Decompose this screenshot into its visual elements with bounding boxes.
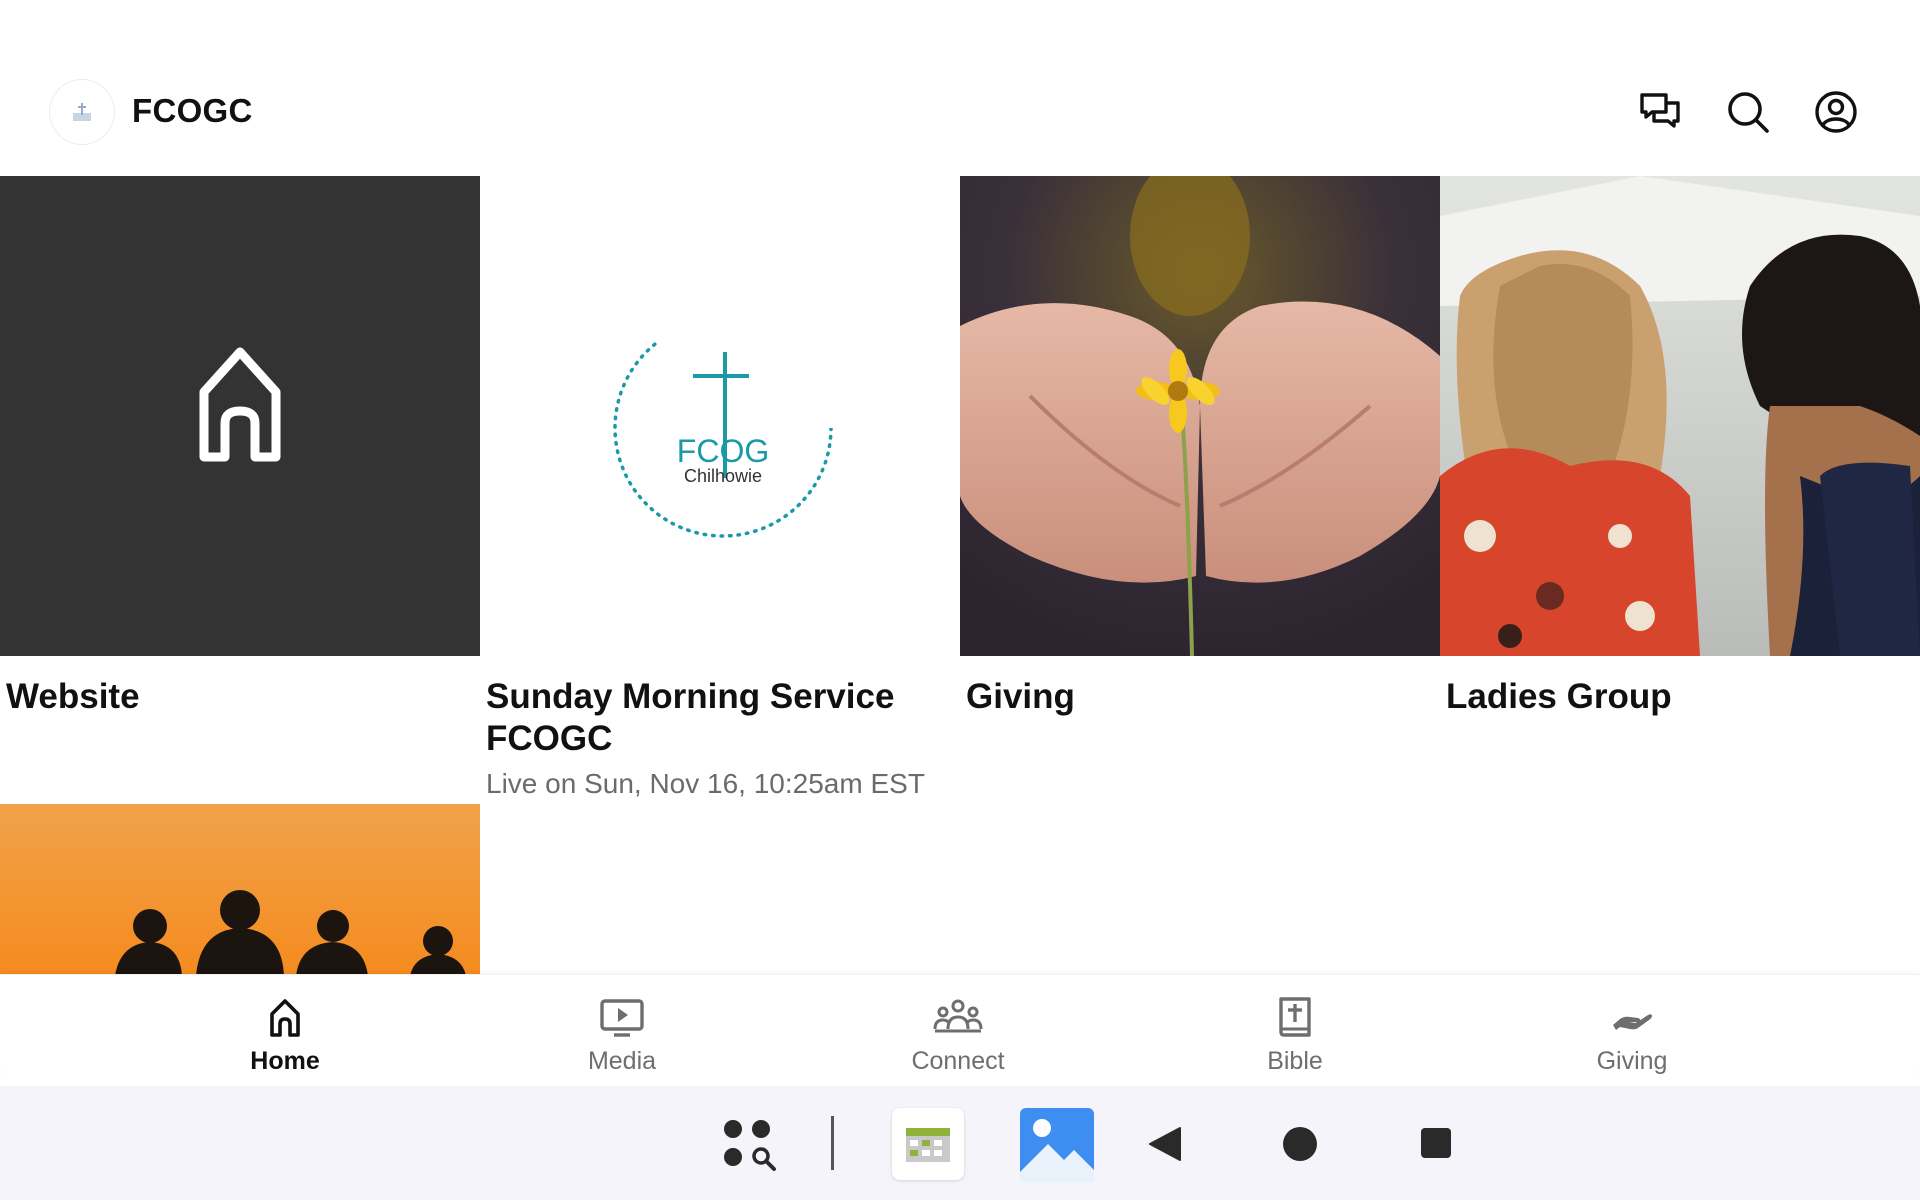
back-icon[interactable] [1148, 1126, 1182, 1162]
nav-label: Bible [1267, 1047, 1323, 1075]
nav-label: Home [250, 1047, 320, 1075]
chat-icon[interactable] [1636, 88, 1684, 136]
tile-title[interactable]: Website [6, 676, 140, 718]
tile-subtitle: Live on Sun, Nov 16, 10:25am EST [486, 768, 925, 799]
people-icon [933, 999, 983, 1033]
sunset-silhouettes-photo [0, 804, 480, 976]
nav-item-connect[interactable]: Connect [790, 975, 1126, 1087]
fcog-chilhowie-logo: FCOG Chilhowie [612, 317, 834, 539]
home-icon [199, 347, 281, 462]
home-icon [270, 999, 300, 1037]
tile-sunday-service[interactable]: FCOG Chilhowie [480, 176, 960, 656]
tile-giving[interactable] [960, 176, 1440, 656]
home-circle-icon[interactable] [1282, 1126, 1318, 1162]
nav-item-media[interactable]: Media [454, 975, 790, 1087]
app-drawer-icon[interactable] [722, 1118, 780, 1172]
nav-label: Connect [911, 1047, 1005, 1075]
account-icon[interactable] [1812, 88, 1860, 136]
tile-website[interactable] [0, 176, 480, 656]
nav-label: Giving [1596, 1047, 1668, 1075]
gallery-app-icon[interactable] [1020, 1108, 1094, 1182]
giving-hand-icon [1613, 1014, 1652, 1030]
nav-label: Media [587, 1047, 657, 1075]
calendar-app-icon[interactable] [892, 1108, 964, 1180]
hands-flower-photo [960, 176, 1440, 656]
recents-icon[interactable] [1420, 1127, 1452, 1159]
two-women-photo [1440, 176, 1920, 656]
app-title: FCOGC [132, 92, 253, 129]
media-icon [600, 999, 644, 1037]
tile-title[interactable]: Ladies Group [1446, 676, 1672, 718]
church-logo-avatar[interactable] [50, 80, 114, 144]
system-navigation-bar [0, 1086, 1920, 1200]
nav-item-bible[interactable]: Bible [1127, 975, 1463, 1087]
tile-title[interactable]: Sunday Morning Service FCOGC [486, 676, 946, 760]
bottom-navigation: Home Media Connect Bible Giving [0, 974, 1920, 1087]
nav-item-home[interactable]: Home [117, 975, 453, 1087]
divider [831, 1116, 834, 1170]
tile-sunset-group[interactable] [0, 804, 480, 976]
nav-item-giving[interactable]: Giving [1464, 975, 1800, 1087]
tile-ladies-group[interactable] [1440, 176, 1920, 656]
church-logo-icon [73, 103, 91, 121]
search-icon[interactable] [1724, 88, 1772, 136]
app-bar: FCOGC [0, 0, 1920, 176]
bible-icon [1279, 997, 1311, 1037]
logo-text-fcog: FCOG [677, 433, 769, 469]
logo-text-chilhowie: Chilhowie [684, 466, 762, 486]
tile-title[interactable]: Giving [966, 676, 1075, 718]
